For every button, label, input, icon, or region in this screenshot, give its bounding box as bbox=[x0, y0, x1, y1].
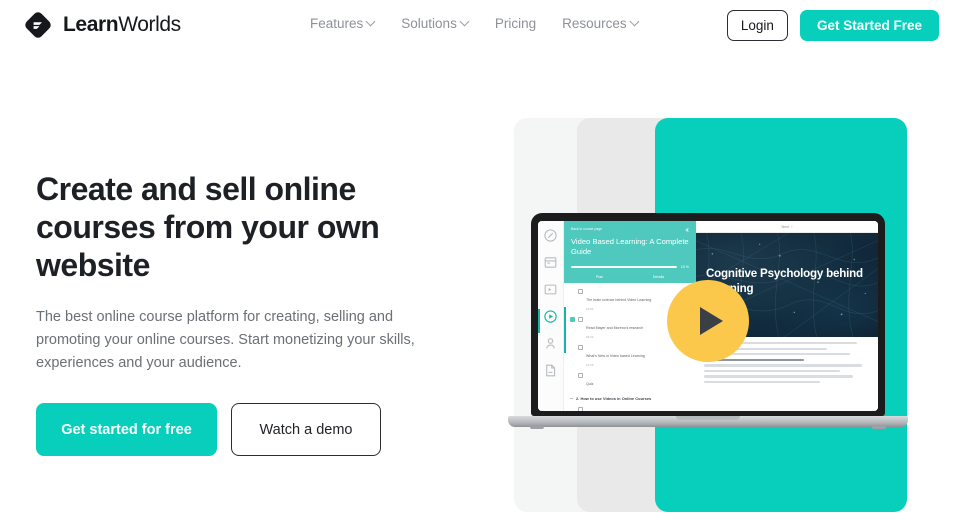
progress-percent: 15 % bbox=[680, 265, 689, 269]
video-frame-icon[interactable] bbox=[543, 282, 558, 297]
brand-name-bold: Learn bbox=[63, 13, 119, 36]
section-collapse-icon[interactable] bbox=[570, 398, 573, 399]
compass-icon[interactable] bbox=[543, 228, 558, 243]
plan-active-item-indicator bbox=[564, 307, 566, 353]
nav-item-pricing-label: Pricing bbox=[494, 16, 537, 31]
hero-text-column: Create and sell online courses from your… bbox=[36, 170, 456, 456]
brand-logo-link[interactable]: LearnWorlds bbox=[22, 9, 181, 41]
completion-badge bbox=[570, 289, 575, 294]
sidebar-active-indicator bbox=[538, 309, 540, 333]
list-item-label: Read Mayer and Moreno's research bbox=[586, 326, 644, 330]
text-line bbox=[704, 375, 854, 378]
list-item[interactable]: Why use video 05:41 bbox=[570, 406, 691, 411]
nav-item-solutions-label: Solutions bbox=[401, 16, 457, 31]
get-started-free-button[interactable]: Get Started Free bbox=[799, 10, 939, 41]
nav-item-resources[interactable]: Resources bbox=[562, 16, 639, 31]
laptop-foot-left bbox=[530, 426, 544, 429]
lesson-type-icon bbox=[578, 345, 583, 350]
breadcrumb[interactable]: Back to course page bbox=[571, 227, 689, 231]
list-item[interactable]: What's New in Video based Learning 14:05 bbox=[570, 344, 691, 367]
hero-subheading: The best online course platform for crea… bbox=[36, 309, 415, 371]
app-sidebar bbox=[538, 221, 564, 411]
next-lesson-button[interactable]: Next › bbox=[781, 225, 792, 229]
play-circle-icon[interactable] bbox=[543, 309, 558, 324]
text-line bbox=[704, 381, 821, 384]
headline-line-1: Create and sell online bbox=[36, 171, 356, 207]
login-button[interactable]: Login bbox=[726, 10, 788, 41]
learnworlds-diamond-logo-icon bbox=[25, 12, 51, 38]
list-item-label: What's New in Video based Learning bbox=[586, 354, 645, 358]
list-item[interactable]: Quiz bbox=[570, 372, 691, 390]
nav-item-features-label: Features bbox=[310, 16, 364, 31]
document-icon[interactable] bbox=[543, 363, 558, 378]
calendar-icon[interactable] bbox=[543, 255, 558, 270]
hero-image-column: Back to course page Video Based Learning… bbox=[505, 118, 945, 529]
brand-name-light: Worlds bbox=[118, 13, 181, 36]
lesson-type-icon bbox=[578, 317, 583, 322]
collapse-left-icon[interactable] bbox=[684, 227, 690, 233]
chevron-down-icon bbox=[461, 18, 469, 26]
laptop-foot-right bbox=[872, 426, 886, 429]
chevron-down-icon bbox=[631, 18, 639, 26]
watch-a-demo-button[interactable]: Watch a demo bbox=[231, 403, 381, 456]
laptop-base bbox=[508, 416, 908, 429]
nav-item-solutions[interactable]: Solutions bbox=[401, 16, 469, 31]
quiz-icon bbox=[578, 373, 583, 378]
main-navigation: Features Solutions Pricing Resources bbox=[310, 16, 639, 31]
breadcrumb-label: Back to course page bbox=[571, 227, 602, 231]
headline-line-3: website bbox=[36, 247, 150, 283]
course-section-heading: 2. How to use Videos in Online Courses bbox=[570, 396, 691, 401]
course-progress: 15 % bbox=[571, 265, 689, 269]
nav-item-features[interactable]: Features bbox=[310, 16, 375, 31]
list-item-label: Quiz bbox=[586, 382, 594, 386]
completion-badge bbox=[570, 407, 575, 411]
list-item-duration: 14:05 bbox=[586, 363, 594, 367]
list-item-label: The brain science behind Video Learning bbox=[586, 298, 652, 302]
progress-bar bbox=[571, 266, 677, 268]
completion-badge bbox=[570, 317, 575, 322]
page-title: Create and sell online courses from your… bbox=[36, 170, 456, 284]
nav-item-pricing[interactable]: Pricing bbox=[495, 16, 536, 31]
next-lesson-label: Next bbox=[781, 224, 790, 229]
get-started-for-free-button[interactable]: Get started for free bbox=[36, 403, 217, 456]
headline-line-2: courses from your own bbox=[36, 209, 380, 245]
play-video-button[interactable] bbox=[667, 280, 749, 362]
course-plan-header: Back to course page Video Based Learning… bbox=[564, 221, 696, 283]
course-plan-tabs: Plan Details bbox=[571, 275, 689, 279]
hero-cta-row: Get started for free Watch a demo bbox=[36, 403, 456, 456]
lesson-type-icon bbox=[578, 289, 583, 294]
completion-badge bbox=[570, 345, 575, 350]
text-line bbox=[704, 369, 841, 373]
lesson-type-icon bbox=[578, 407, 583, 411]
tab-plan[interactable]: Plan bbox=[596, 275, 604, 279]
video-title-line-1: Cognitive Psychology behind bbox=[706, 267, 863, 280]
text-line bbox=[704, 364, 862, 367]
lesson-topbar: Next › bbox=[696, 221, 878, 233]
tab-details[interactable]: Details bbox=[653, 275, 665, 279]
laptop-camera-notch bbox=[675, 213, 741, 221]
laptop-base-notch bbox=[676, 416, 740, 420]
course-title: Video Based Learning: A Complete Guide bbox=[571, 237, 689, 256]
nav-item-resources-label: Resources bbox=[562, 16, 627, 31]
course-section-label: 2. How to use Videos in Online Courses bbox=[576, 396, 652, 401]
person-icon[interactable] bbox=[543, 336, 558, 351]
brand-name: LearnWorlds bbox=[63, 13, 181, 37]
site-header: LearnWorlds Features Solutions Pricing R… bbox=[0, 0, 963, 52]
header-actions: Login Get Started Free bbox=[726, 10, 939, 41]
play-triangle-icon bbox=[700, 307, 723, 335]
chevron-right-icon: › bbox=[791, 224, 793, 229]
completion-badge bbox=[570, 373, 575, 378]
chevron-down-icon bbox=[367, 18, 375, 26]
